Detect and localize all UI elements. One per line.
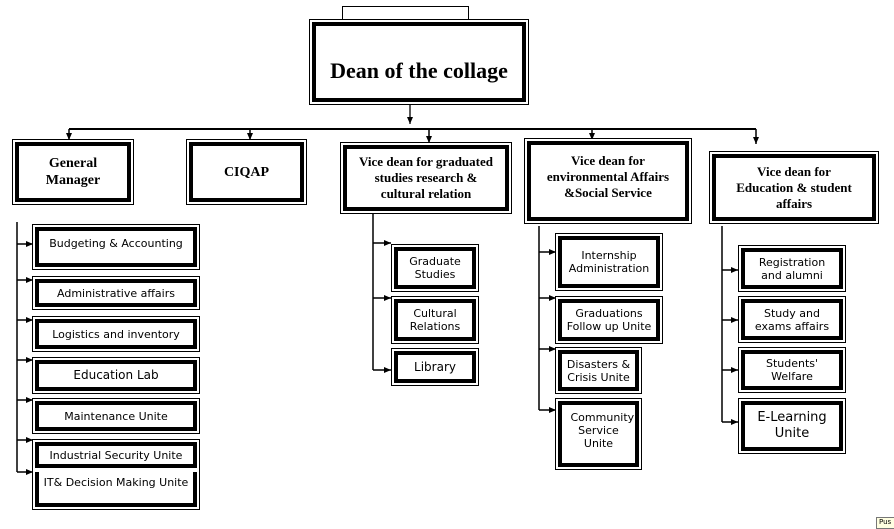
vd3-branch-arrows [722,267,738,425]
unit-label: Study and exams affairs [754,306,830,333]
unit-label: Administrative affairs [57,286,175,300]
unit-label: E-Learning Unite [757,410,827,441]
unit-logistics[interactable]: Logistics and inventory [32,316,200,352]
unit-maintenance[interactable]: Maintenance Unite [32,398,200,434]
dean-label: Dean of the collage [330,58,508,83]
unit-label: IT& Decision Making Unite [43,476,189,489]
unit-budgeting[interactable]: Budgeting & Accounting [32,224,200,270]
unit-registration[interactable]: Registration and alumni [738,245,846,292]
unit-cultural-relations[interactable]: Cultural Relations [391,296,479,344]
unit-label: Industrial Security Unite [49,448,183,462]
unit-administrative[interactable]: Administrative affairs [32,276,200,310]
unit-disasters-crisis[interactable]: Disasters & Crisis Unite [555,347,642,394]
unit-label: Maintenance Unite [64,409,168,423]
dept-label: Vice dean for Education & student affair… [736,163,852,211]
dept-vice-dean-education[interactable]: Vice dean for Education & student affair… [709,151,879,224]
dept-label: Vice dean for graduated studies research… [359,154,493,201]
unit-label: Disasters & Crisis Unite [566,357,631,384]
vd1-branch-arrows [373,240,391,373]
unit-label: Budgeting & Accounting [49,237,183,250]
tooltip-text: Pus [879,518,892,526]
unit-industrial-security[interactable]: Industrial Security Unite [32,439,200,471]
unit-label: Internship Administration [568,249,650,275]
dept-general-manager[interactable]: General Manager [12,139,134,205]
unit-students-welfare[interactable]: Students' Welfare [738,347,846,393]
unit-label: Community Service Unite [570,411,635,450]
unit-graduate-studies[interactable]: Graduate Studies [391,244,479,292]
unit-it-decision[interactable]: IT& Decision Making Unite [32,470,200,510]
unit-label: Logistics and inventory [52,327,180,341]
unit-study-exams[interactable]: Study and exams affairs [738,296,846,343]
unit-label: Students' Welfare [765,357,819,383]
dept-label: CIQAP [223,164,270,180]
dept-ciqap[interactable]: CIQAP [186,139,307,205]
dept-vice-dean-environmental[interactable]: Vice dean for environmental Affairs &Soc… [524,138,692,224]
unit-community-service[interactable]: Community Service Unite [555,398,642,470]
unit-graduations-follow-up[interactable]: Graduations Follow up Unite [555,296,663,344]
dept-label: General Manager [45,156,101,188]
unit-label: Cultural Relations [409,307,461,333]
tooltip-fragment: Pus [876,517,894,529]
dept-label: Vice dean for environmental Affairs &Soc… [546,153,670,200]
unit-internship[interactable]: Internship Administration [555,233,663,291]
unit-label: Registration and alumni [758,255,826,282]
unit-label: Library [414,359,456,374]
gm-branch-arrows [17,241,33,475]
unit-label: Graduations Follow up Unite [566,307,652,333]
unit-library[interactable]: Library [391,348,479,386]
unit-label: Graduate Studies [409,255,461,281]
unit-e-learning[interactable]: E-Learning Unite [738,398,846,454]
dept-vice-dean-graduate[interactable]: Vice dean for graduated studies research… [340,142,512,214]
dean-box[interactable]: Dean of the collage [309,19,529,105]
unit-label: Education Lab [73,368,159,382]
unit-education-lab[interactable]: Education Lab [32,357,200,394]
vd2-branch-arrows [539,249,556,413]
